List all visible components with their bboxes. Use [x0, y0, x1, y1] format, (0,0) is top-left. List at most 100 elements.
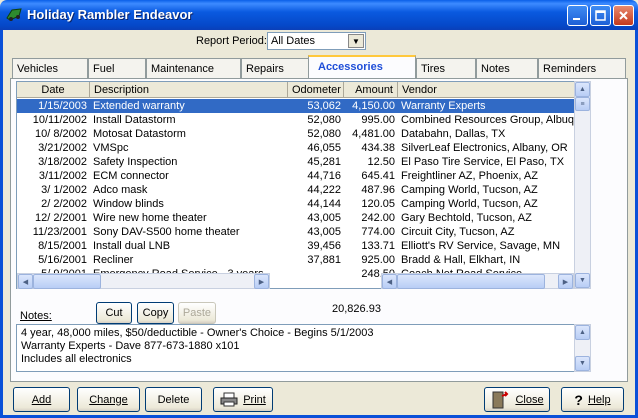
printer-icon	[220, 392, 238, 407]
print-button[interactable]: Print	[213, 387, 273, 412]
cell-odometer: 44,144	[307, 198, 341, 210]
tab-fuel[interactable]: Fuel	[88, 58, 146, 78]
report-period-select[interactable]: All Dates ▼	[267, 32, 366, 50]
close-icon	[619, 11, 628, 20]
cell-vendor: Circuit City, Tucson, AZ	[401, 226, 515, 238]
cell-amount: 133.71	[361, 240, 395, 252]
cell-amount: 645.41	[361, 170, 395, 182]
scroll-up-icon[interactable]: ▲	[575, 82, 590, 97]
cell-odometer: 37,881	[307, 254, 341, 266]
cell-date: 10/ 8/2002	[35, 128, 87, 140]
close-button[interactable]: Close	[484, 387, 550, 412]
cell-odometer: 44,222	[307, 184, 341, 196]
cell-odometer: 39,456	[307, 240, 341, 252]
table-row[interactable]: 1/15/2003 Extended warranty 53,062 4,150.00…	[17, 99, 577, 113]
help-label: Help	[587, 393, 611, 406]
maximize-button[interactable]	[590, 5, 611, 26]
window-title: Holiday Rambler Endeavor	[27, 7, 193, 22]
add-button[interactable]: Add	[13, 387, 70, 412]
notes-line: Warranty Experts - Dave 877-673-1880 x10…	[21, 340, 240, 352]
scroll-right-icon[interactable]: ▶	[254, 274, 269, 289]
dropdown-arrow-icon[interactable]: ▼	[348, 34, 364, 48]
tab-maintenance[interactable]: Maintenance	[146, 58, 241, 78]
cell-vendor: SilverLeaf Electronics, Albany, OR	[401, 142, 568, 154]
column-header-odometer[interactable]: Odometer	[288, 82, 344, 98]
cell-description: Motosat Datastorm	[93, 128, 186, 140]
scroll-thumb[interactable]	[397, 274, 545, 289]
cell-amount: 487.96	[361, 184, 395, 196]
table-row[interactable]: 3/11/2002 ECM connector 44,716 645.41 Freigh…	[17, 169, 577, 183]
cell-odometer	[288, 267, 344, 281]
notes-scrollbar[interactable]: ▲ ▼	[574, 324, 591, 372]
table-row[interactable]: 12/ 2/2001 Wire new home theater 43,005 242…	[17, 211, 577, 225]
table-row[interactable]: 10/11/2002 Install Datastorm 52,080 995.00 C…	[17, 113, 578, 127]
cell-amount: 925.00	[361, 254, 395, 266]
cell-amount: 4,150.00	[352, 100, 395, 112]
minimize-button[interactable]	[567, 5, 588, 26]
scroll-down-icon[interactable]: ▼	[575, 273, 590, 288]
table-row[interactable]: 10/ 8/2002 Motosat Datastorm 52,080 4,481.0…	[17, 127, 577, 141]
delete-label: Delete	[157, 393, 190, 406]
close-label: Close	[515, 393, 544, 406]
table-vertical-scrollbar[interactable]: ▲ ≡ ▼	[574, 81, 591, 289]
minimize-icon	[573, 18, 580, 20]
cell-description: Adco mask	[93, 184, 148, 196]
cell-amount: 242.00	[361, 212, 395, 224]
change-button[interactable]: Change	[77, 387, 140, 412]
tab-label: Tires	[421, 63, 446, 75]
cell-odometer: 46,055	[307, 142, 341, 154]
paste-button[interactable]: Paste	[178, 302, 216, 324]
tab-accessories[interactable]: Accessories	[308, 55, 416, 79]
notes-line: 4 year, 48,000 miles, $50/deductible - O…	[21, 327, 374, 339]
scroll-down-icon[interactable]: ▼	[575, 356, 590, 371]
report-period-value: All Dates	[271, 35, 316, 47]
maximize-icon	[595, 10, 606, 21]
scroll-left-icon[interactable]: ◀	[18, 274, 33, 289]
close-window-button[interactable]	[613, 5, 634, 26]
column-header-description[interactable]: Description	[90, 82, 288, 98]
notes-textarea[interactable]: 4 year, 48,000 miles, $50/deductible - O…	[16, 324, 591, 372]
table-row[interactable]: 5/16/2001 Recliner 37,881 925.00 Bradd & Hal…	[17, 253, 577, 267]
tab-vehicles[interactable]: Vehicles	[12, 58, 88, 78]
total-amount: 20,826.93	[332, 303, 381, 315]
tab-repairs[interactable]: Repairs	[241, 58, 309, 78]
scroll-right-icon[interactable]: ▶	[558, 274, 573, 289]
delete-button[interactable]: Delete	[145, 387, 202, 412]
left-horizontal-scrollbar[interactable]: ◀ ▶	[17, 273, 270, 289]
column-header-date[interactable]: Date	[17, 82, 90, 98]
cell-vendor: Gary Bechtold, Tucson, AZ	[401, 212, 532, 224]
tab-label: Accessories	[318, 61, 383, 73]
cell-date: 12/ 2/2001	[35, 212, 87, 224]
cell-vendor: El Paso Tire Service, El Paso, TX	[401, 156, 565, 168]
scroll-up-icon[interactable]: ▲	[575, 325, 590, 340]
cell-vendor: Combined Resources Group, Albuquerq	[401, 114, 578, 126]
accessories-table[interactable]: Date Description Odometer Amount Vendor …	[16, 81, 591, 289]
scroll-thumb[interactable]	[33, 274, 101, 289]
scroll-left-icon[interactable]: ◀	[382, 274, 397, 289]
table-row[interactable]: 8/15/2001 Install dual LNB 39,456 133.71 Ell…	[17, 239, 577, 253]
table-row[interactable]: 3/18/2002 Safety Inspection 45,281 12.50 El …	[17, 155, 577, 169]
help-button[interactable]: ? Help	[561, 387, 624, 412]
cell-description: Install dual LNB	[93, 240, 171, 252]
cell-date: 3/18/2002	[38, 156, 87, 168]
tab-notes[interactable]: Notes	[476, 58, 538, 78]
column-header-vendor[interactable]: Vendor	[398, 82, 578, 98]
cut-button[interactable]: Cut	[96, 302, 132, 324]
tab-reminders[interactable]: Reminders	[538, 58, 626, 78]
scroll-thumb[interactable]: ≡	[575, 97, 590, 111]
tab-tires[interactable]: Tires	[416, 58, 476, 78]
table-row[interactable]: 3/21/2002 VMSpc 46,055 434.38 SilverLeaf Ele…	[17, 141, 577, 155]
cell-odometer: 53,062	[307, 100, 341, 112]
cell-vendor: Warranty Experts	[401, 100, 486, 112]
cell-odometer: 43,005	[307, 226, 341, 238]
vendor-horizontal-scrollbar[interactable]: ◀ ▶	[381, 273, 574, 289]
table-row[interactable]: 3/ 1/2002 Adco mask 44,222 487.96 Camping Wo…	[17, 183, 577, 197]
cell-date: 3/21/2002	[38, 142, 87, 154]
table-row[interactable]: 2/ 2/2002 Window blinds 44,144 120.05 Campin…	[17, 197, 577, 211]
column-header-amount[interactable]: Amount	[344, 82, 398, 98]
copy-button[interactable]: Copy	[137, 302, 174, 324]
cell-date: 2/ 2/2002	[41, 198, 87, 210]
table-row[interactable]: 11/23/2001 Sony DAV-S500 home theater 43,0…	[17, 225, 577, 239]
notes-label: Notes:	[20, 310, 52, 322]
title-bar[interactable]: Holiday Rambler Endeavor	[0, 0, 638, 30]
